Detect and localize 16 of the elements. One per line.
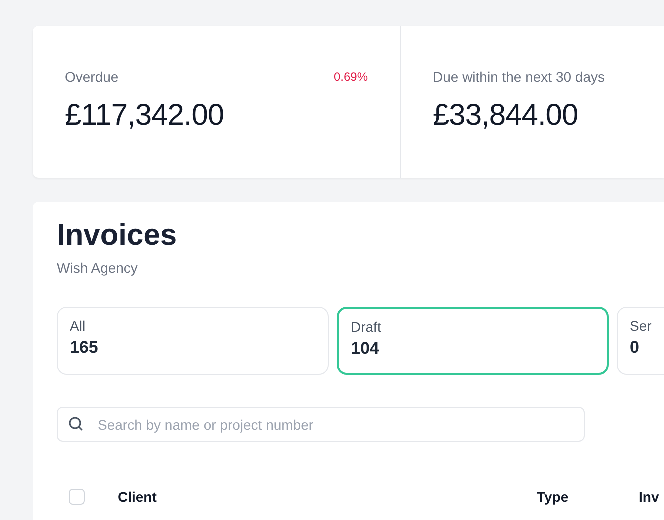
filter-tab[interactable]: Ser 0: [617, 307, 664, 375]
page-subtitle: Wish Agency: [57, 260, 139, 276]
column-header: Client: [118, 489, 158, 505]
column-header: Type: [537, 489, 570, 505]
page-title: Invoices: [57, 218, 178, 254]
select-all-checkbox[interactable]: [69, 489, 85, 505]
filter-tab[interactable]: Draft 104: [337, 307, 609, 375]
stat-amount: £117,342.00: [65, 99, 226, 133]
column-header: Inv: [639, 489, 660, 505]
search-icon: [67, 415, 85, 433]
filter-tab[interactable]: All 165: [57, 307, 329, 375]
stat-label: Due within the next 30 days: [433, 69, 605, 85]
stat-label: Overdue: [65, 69, 119, 85]
stat-amount: £33,844.00: [433, 99, 580, 133]
change-percent: 0.69%: [334, 70, 368, 84]
search-field[interactable]: Search by name or project number: [57, 407, 585, 442]
